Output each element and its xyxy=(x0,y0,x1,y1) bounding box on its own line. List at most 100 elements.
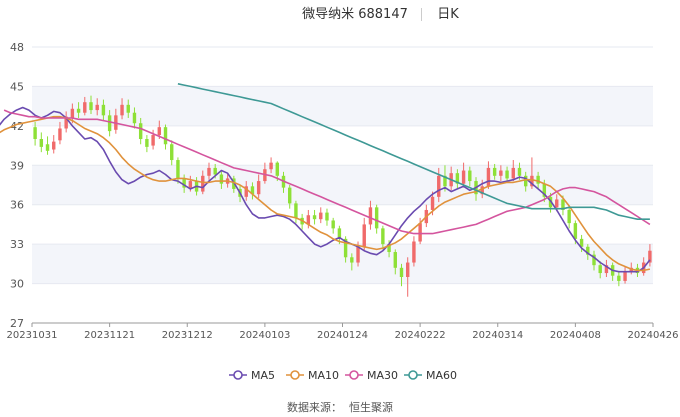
source-label: 数据来源： xyxy=(287,400,342,413)
candle-body xyxy=(219,174,224,184)
legend-label: MA30 xyxy=(367,369,398,382)
x-tick-label: 20240124 xyxy=(317,330,368,341)
candle-body xyxy=(101,104,106,116)
candle-body xyxy=(399,267,404,277)
candle-body xyxy=(207,167,211,176)
candle-body xyxy=(95,104,99,111)
candle-body xyxy=(213,167,217,175)
period-label: 日K xyxy=(437,7,459,22)
candle-body xyxy=(437,175,441,197)
plot-band xyxy=(32,165,653,205)
x-tick-label: 20231031 xyxy=(7,330,58,341)
candle-body xyxy=(107,115,112,132)
candle-body xyxy=(374,207,379,229)
candle-body xyxy=(58,128,62,141)
y-tick-label: 39 xyxy=(10,159,24,172)
candle xyxy=(39,132,44,153)
legend-swatch-marker xyxy=(233,370,243,380)
candle-body xyxy=(331,220,335,229)
legend-item-ma5[interactable]: MA5 xyxy=(229,369,275,382)
legend-item-ma30[interactable]: MA30 xyxy=(345,369,398,382)
candle xyxy=(52,135,56,154)
candle-body xyxy=(89,102,93,111)
candle-body xyxy=(325,212,329,221)
stock-title: 微导纳米 688147 xyxy=(302,7,408,22)
title-separator xyxy=(421,8,422,21)
candle-body xyxy=(39,139,44,147)
candle-body xyxy=(511,167,515,179)
candle xyxy=(405,257,410,297)
x-tick-label: 20231121 xyxy=(84,330,135,341)
x-tick-label: 20231212 xyxy=(162,330,213,341)
candle-body xyxy=(312,215,317,220)
candle-body xyxy=(157,127,162,136)
candle-body xyxy=(176,160,180,179)
candle-body xyxy=(201,175,205,192)
candle-body xyxy=(536,175,540,184)
legend-item-ma60[interactable]: MA60 xyxy=(404,369,457,382)
candle-body xyxy=(598,265,602,274)
candle xyxy=(567,206,571,229)
x-tick-label: 20240408 xyxy=(550,330,601,341)
candle-body xyxy=(362,224,366,247)
candle-body xyxy=(356,246,360,263)
candle xyxy=(312,209,317,225)
plot-band xyxy=(32,244,653,284)
candle-body xyxy=(381,228,385,245)
candle-body xyxy=(350,257,354,263)
y-tick-label: 45 xyxy=(10,80,24,93)
legend-swatch-marker xyxy=(408,370,418,380)
candle-body xyxy=(76,108,81,113)
candle-body xyxy=(170,144,174,161)
candle-body xyxy=(163,127,168,145)
candle xyxy=(325,208,329,226)
chart-root: 27 30 33 36 39 42 45 48 20231031 20231121 2023121… xyxy=(0,0,680,414)
legend-swatch-marker xyxy=(349,370,359,380)
candle-body xyxy=(505,170,509,179)
x-axis-ticks: 20231031 20231121 20231212 20240103 20240124… xyxy=(7,323,679,341)
plot-band xyxy=(32,86,653,126)
candle-body xyxy=(567,209,571,224)
legend-label: MA5 xyxy=(251,369,275,382)
candle-body xyxy=(256,181,261,195)
candle-body xyxy=(151,135,155,146)
y-tick-label: 48 xyxy=(10,41,24,54)
plot-bands xyxy=(32,86,653,284)
candle-body xyxy=(393,252,397,268)
candle-body xyxy=(461,170,466,184)
legend-swatch-marker xyxy=(290,370,300,380)
candle-body xyxy=(492,167,497,176)
candle-body xyxy=(468,170,472,182)
candle-body xyxy=(52,141,56,150)
candle xyxy=(45,136,50,155)
x-tick-label: 20240222 xyxy=(395,330,446,341)
candlestick-chart: 2730333639424548 20231031 20231121 2023121… xyxy=(0,7,679,414)
candle-body xyxy=(430,196,435,210)
candle-body xyxy=(412,241,416,263)
x-tick-label: 20240103 xyxy=(239,330,290,341)
candle-body xyxy=(83,102,87,113)
candle-body xyxy=(45,144,50,151)
candle-body xyxy=(294,203,298,218)
legend-item-ma10[interactable]: MA10 xyxy=(286,369,339,382)
y-tick-label: 33 xyxy=(10,238,24,251)
candle-body xyxy=(288,187,292,204)
candle-body xyxy=(188,181,193,188)
candle xyxy=(145,135,149,153)
y-tick-label: 30 xyxy=(10,278,24,291)
candle xyxy=(511,160,515,182)
candle-body xyxy=(70,108,75,118)
candle-body xyxy=(486,167,491,187)
candle-body xyxy=(405,262,410,277)
candle-body xyxy=(368,207,373,225)
candle-body xyxy=(555,199,559,208)
candle-body xyxy=(120,104,124,116)
candle-body xyxy=(319,212,323,220)
source-value: 恒生聚源 xyxy=(349,400,393,413)
candle-body xyxy=(126,104,130,113)
y-tick-label: 36 xyxy=(10,199,24,212)
candle xyxy=(319,207,323,224)
candle xyxy=(294,200,298,224)
source-attribution: 数据来源： 恒生聚源 xyxy=(287,400,393,414)
x-tick-label: 20240426 xyxy=(628,330,679,341)
